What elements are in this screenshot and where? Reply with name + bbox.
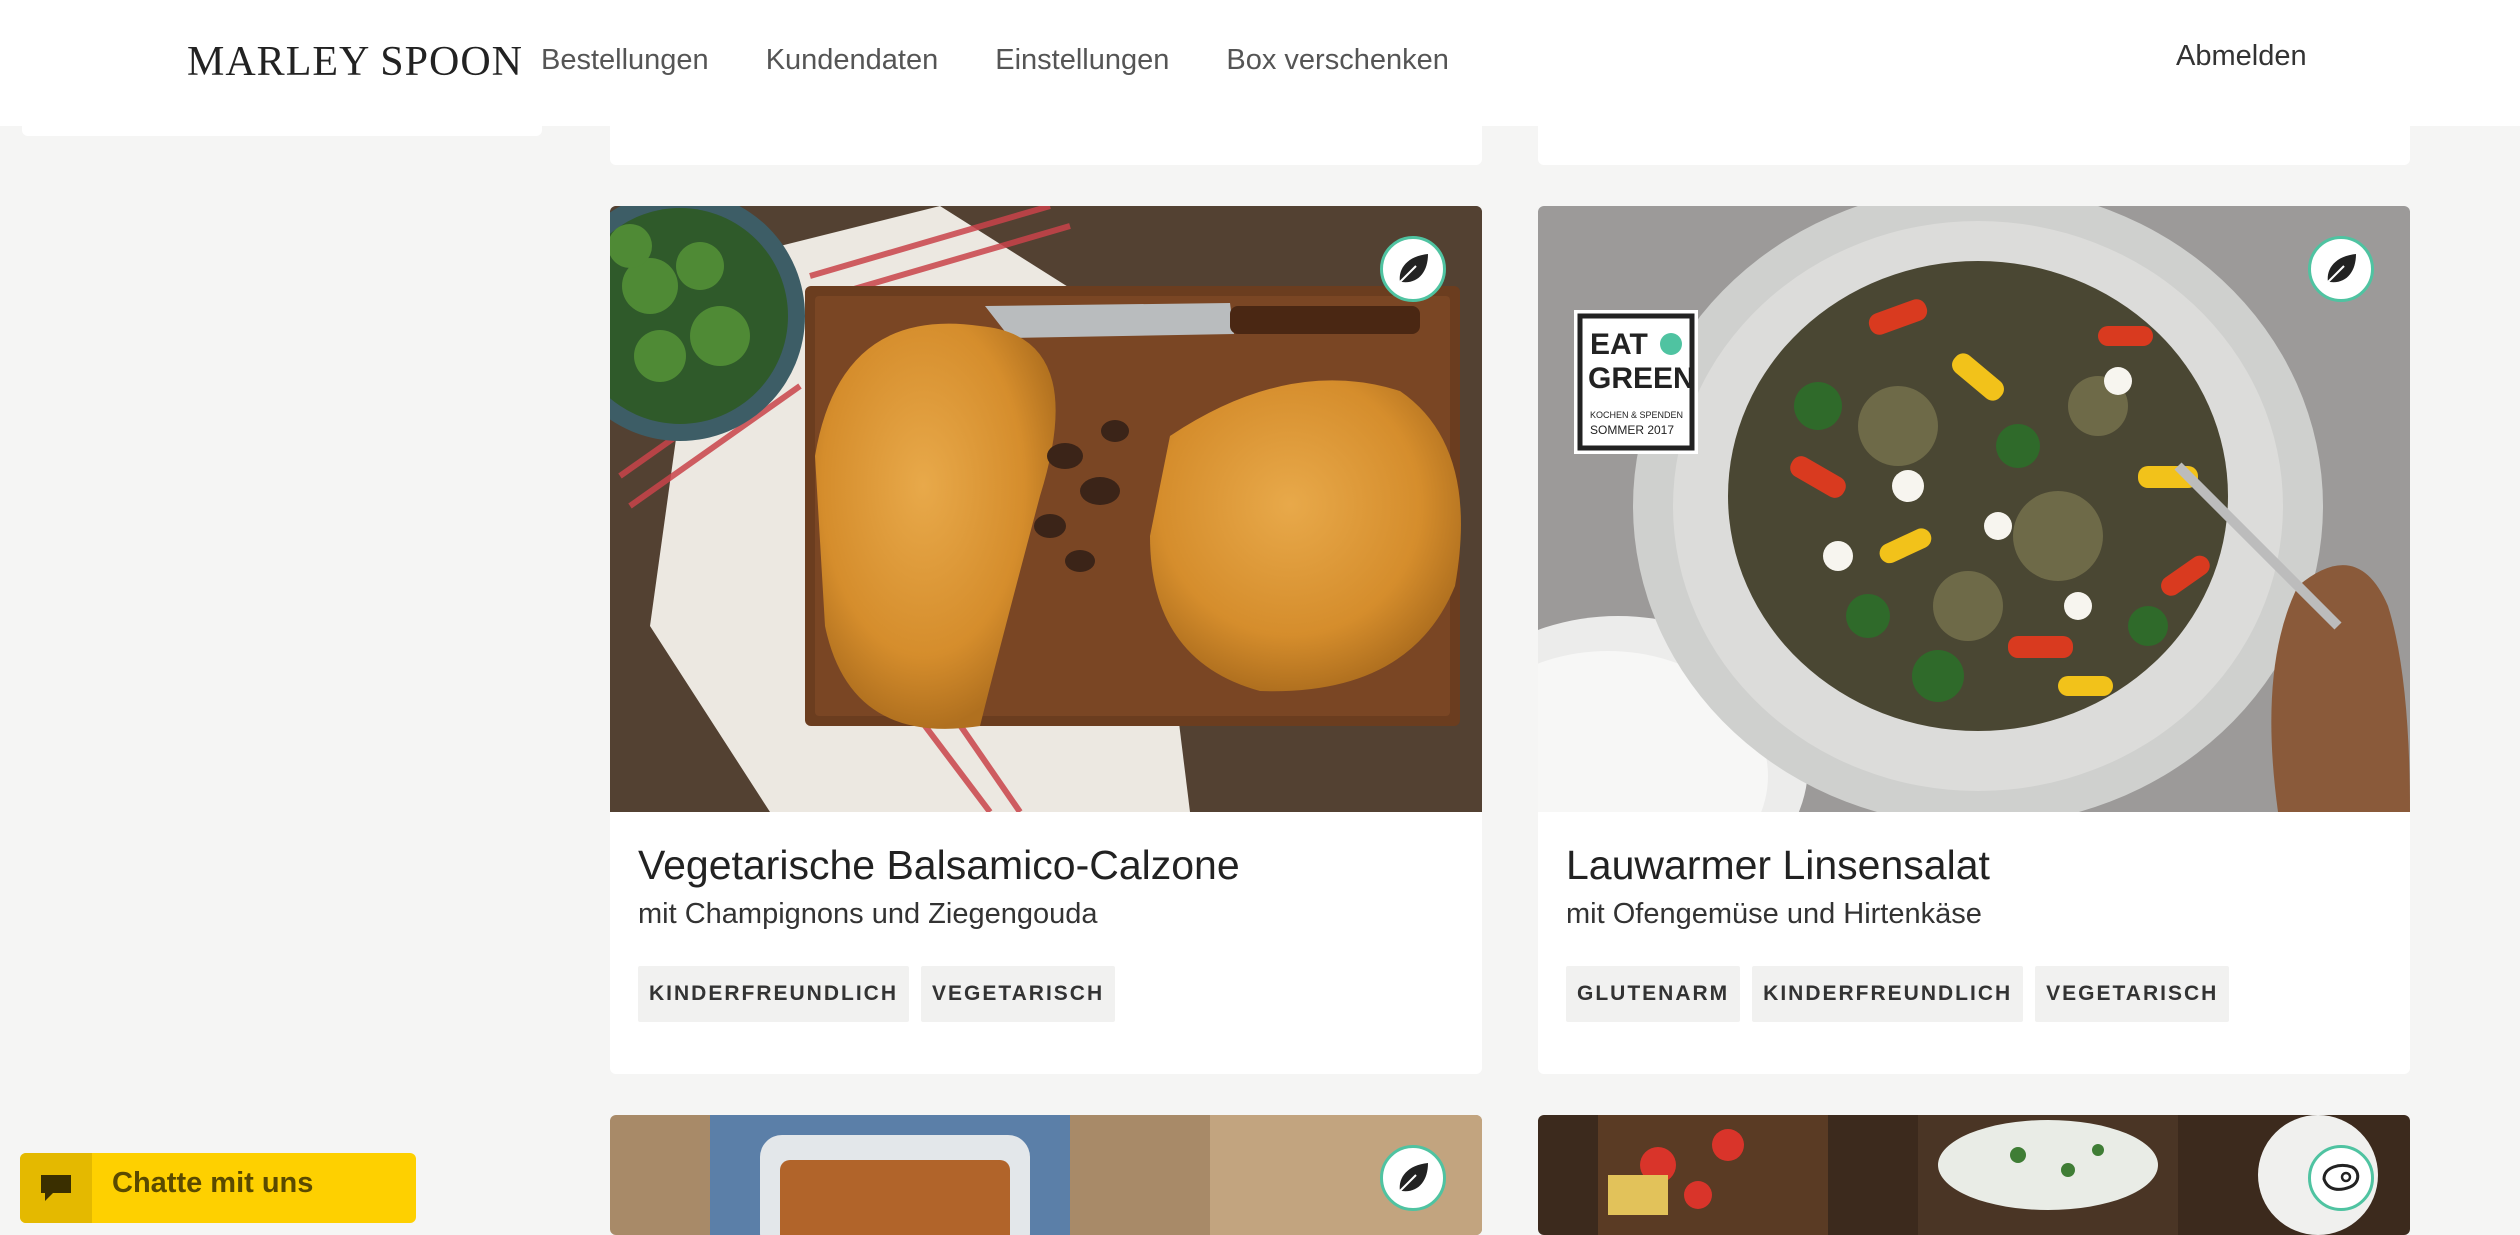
brand-logo[interactable]: MARLEY SPOON	[187, 38, 523, 86]
eat-green-line3: KOCHEN & SPENDEN	[1590, 410, 1683, 420]
recipe-title[interactable]: Lauwarmer Linsensalat	[1566, 842, 1990, 889]
recipe-image-calzone[interactable]	[610, 206, 1482, 812]
chat-bubble-icon	[41, 1175, 71, 1201]
recipe-image-lasagne[interactable]	[610, 1115, 1482, 1235]
recipe-subtitle: mit Champignons und Ziegengouda	[638, 898, 1098, 930]
recipe-card-next-right[interactable]	[1538, 1115, 2410, 1235]
tag-vegetarisch: VEGETARISCH	[921, 966, 1116, 1022]
recipe-card[interactable]: EAT GREEN KOCHEN & SPENDEN SOMMER 2017 L…	[1538, 206, 2410, 1074]
leaf-icon	[1399, 1163, 1428, 1192]
recipe-card-next-left[interactable]	[610, 1115, 1482, 1235]
vegetarian-badge	[1380, 236, 1446, 302]
meat-badge	[2308, 1145, 2374, 1211]
recipe-subtitle: mit Ofengemüse und Hirtenkäse	[1566, 898, 1982, 930]
vegetarian-badge	[2308, 236, 2374, 302]
tag-kinderfreundlich: KINDERFREUNDLICH	[638, 966, 909, 1022]
leaf-icon	[1399, 254, 1428, 283]
chat-icon-area[interactable]	[20, 1153, 92, 1223]
vegetarian-badge	[1380, 1145, 1446, 1211]
chat-button[interactable]: Chatte mit uns	[20, 1153, 416, 1223]
recipe-tags: KINDERFREUNDLICH VEGETARISCH	[638, 966, 1116, 1022]
eat-green-line2: GREEN	[1588, 362, 1695, 395]
nav-bestellungen[interactable]: Bestellungen	[541, 44, 709, 77]
recipe-image-linsensalat[interactable]: EAT GREEN KOCHEN & SPENDEN SOMMER 2017	[1538, 206, 2410, 812]
top-header: MARLEY SPOON Bestellungen Kundendaten Ei…	[0, 0, 2520, 126]
eat-green-line4: SOMMER 2017	[1590, 423, 1674, 437]
recipe-image-bread[interactable]	[1538, 1115, 2410, 1235]
meat-icon	[2322, 1164, 2360, 1191]
recipe-title[interactable]: Vegetarische Balsamico-Calzone	[638, 842, 1240, 889]
eat-green-line1: EAT	[1590, 328, 1648, 361]
recipe-card[interactable]: Vegetarische Balsamico-Calzone mit Champ…	[610, 206, 1482, 1074]
nav-kundendaten[interactable]: Kundendaten	[766, 44, 939, 77]
nav-box-verschenken[interactable]: Box verschenken	[1226, 44, 1448, 77]
logout-link[interactable]: Abmelden	[2176, 40, 2307, 73]
tag-glutenarm: GLUTENARM	[1566, 966, 1741, 1022]
recipe-tags: GLUTENARM KINDERFREUNDLICH VEGETARISCH	[1566, 966, 2230, 1022]
tag-vegetarisch: VEGETARISCH	[2035, 966, 2230, 1022]
nav-einstellungen[interactable]: Einstellungen	[995, 44, 1169, 77]
main-nav: Bestellungen Kundendaten Einstellungen B…	[541, 44, 1449, 77]
tag-kinderfreundlich: KINDERFREUNDLICH	[1752, 966, 2024, 1022]
leaf-icon	[2327, 254, 2356, 283]
chat-label[interactable]: Chatte mit uns	[112, 1167, 313, 1200]
